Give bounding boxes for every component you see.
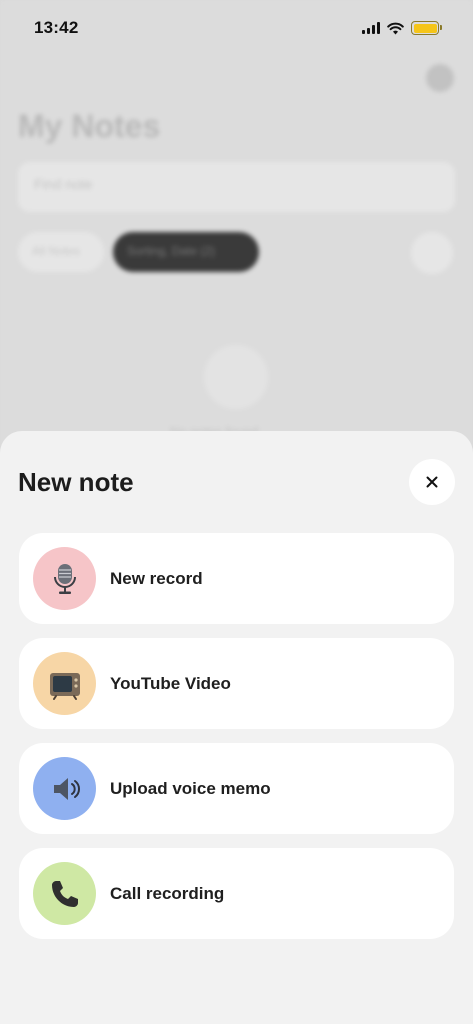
- status-bar: 13:42: [0, 0, 473, 56]
- background-empty-state-icon: [204, 345, 268, 409]
- settings-gear-icon: [426, 64, 454, 92]
- speaker-icon: [53, 777, 80, 800]
- option-upload-voice-memo[interactable]: Upload voice memo: [19, 743, 454, 834]
- option-icon-bg: [33, 862, 96, 925]
- background-chip-all-notes: All Notes: [18, 232, 104, 272]
- new-note-sheet: New note New record YouTube Video Upload…: [0, 431, 473, 1024]
- close-button[interactable]: [409, 459, 455, 505]
- option-icon-bg: [33, 652, 96, 715]
- option-icon-bg: [33, 757, 96, 820]
- option-icon-bg: [33, 547, 96, 610]
- wifi-icon: [387, 22, 404, 34]
- status-icons: [362, 21, 442, 35]
- new-note-options: New record YouTube Video Upload voice me…: [19, 533, 454, 953]
- close-icon: [426, 476, 438, 488]
- option-label: New record: [110, 568, 203, 588]
- cellular-signal-icon: [362, 22, 380, 34]
- television-icon: [49, 672, 80, 700]
- background-chip-sorting: Sorting, Date (2): [113, 232, 259, 272]
- option-new-record[interactable]: New record: [19, 533, 454, 624]
- option-call-recording[interactable]: Call recording: [19, 848, 454, 939]
- battery-icon: [411, 21, 442, 35]
- sheet-title: New note: [18, 467, 134, 497]
- microphone-icon: [53, 563, 76, 594]
- phone-icon: [51, 880, 78, 907]
- option-label: Call recording: [110, 883, 225, 903]
- status-time: 13:42: [34, 18, 79, 37]
- option-youtube-video[interactable]: YouTube Video: [19, 638, 454, 729]
- background-search-input: Find note: [18, 162, 455, 212]
- option-label: YouTube Video: [110, 673, 231, 693]
- option-label: Upload voice memo: [110, 778, 271, 798]
- background-add-icon: [411, 232, 453, 274]
- background-page-title: My Notes: [18, 108, 161, 144]
